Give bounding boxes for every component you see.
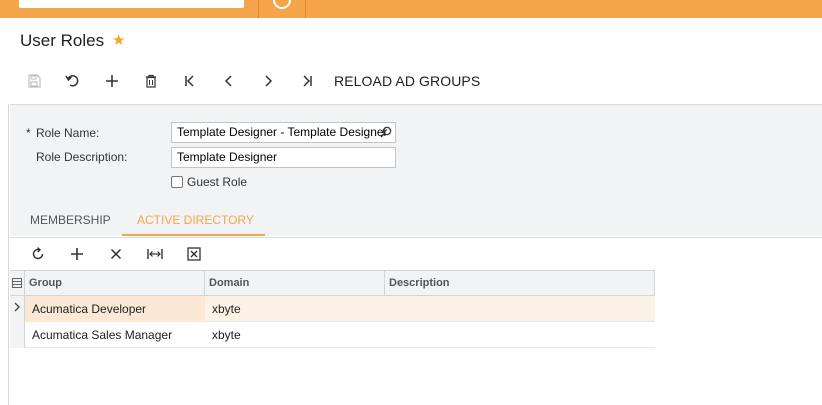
cell-description[interactable] xyxy=(385,322,655,348)
table-row[interactable]: Acumatica Developer xbyte xyxy=(10,296,655,322)
tab-membership[interactable]: MEMBERSHIP xyxy=(30,213,111,227)
role-form-panel xyxy=(10,104,822,236)
cell-group[interactable]: Acumatica Sales Manager xyxy=(25,322,205,348)
role-description-label: Role Description: xyxy=(36,150,128,164)
guest-role-label: Guest Role xyxy=(187,175,248,189)
column-header-domain[interactable]: Domain xyxy=(205,271,385,296)
add-row-icon xyxy=(70,247,83,260)
column-settings-icon xyxy=(12,278,22,288)
add-button[interactable] xyxy=(92,68,131,94)
ad-groups-grid: Group Domain Description Acumatica Devel… xyxy=(10,270,655,348)
first-icon xyxy=(184,75,194,87)
cell-group[interactable]: Acumatica Developer xyxy=(25,296,205,322)
save-icon xyxy=(27,74,41,88)
menu-circle-icon[interactable] xyxy=(273,0,291,9)
last-icon xyxy=(302,75,312,87)
main-toolbar: RELOAD AD GROUPS xyxy=(14,68,480,94)
search-icon[interactable] xyxy=(380,126,392,138)
global-search-input[interactable] xyxy=(19,0,244,8)
cell-domain[interactable]: xbyte xyxy=(205,296,385,322)
page-title: User Roles xyxy=(20,31,105,50)
cell-domain[interactable]: xbyte xyxy=(205,322,385,348)
grid-header: Group Domain Description xyxy=(10,270,655,296)
tab-active-directory[interactable]: ACTIVE DIRECTORY xyxy=(137,213,254,227)
left-divider xyxy=(8,104,9,405)
save-button[interactable] xyxy=(14,68,53,94)
export-excel-icon xyxy=(186,246,201,261)
next-icon xyxy=(264,75,272,87)
favorite-star-icon[interactable]: ★ xyxy=(112,31,125,51)
column-header-description[interactable]: Description xyxy=(385,271,655,296)
required-marker: * xyxy=(26,126,31,140)
role-description-value: Template Designer xyxy=(177,150,278,164)
add-icon xyxy=(105,75,118,87)
grid-toolbar xyxy=(10,237,822,269)
row-selector-header[interactable] xyxy=(10,271,25,296)
fit-columns-button[interactable] xyxy=(135,240,174,268)
column-header-group[interactable]: Group xyxy=(25,271,205,296)
role-description-field[interactable]: Template Designer xyxy=(171,147,396,168)
refresh-button[interactable] xyxy=(18,240,57,268)
refresh-icon xyxy=(32,246,43,259)
next-record-button[interactable] xyxy=(248,68,287,94)
topbar-divider xyxy=(258,0,259,18)
guest-role-checkbox[interactable] xyxy=(171,176,183,188)
delete-row-icon xyxy=(110,248,121,259)
reload-ad-groups-button[interactable]: RELOAD AD GROUPS xyxy=(334,73,480,89)
table-row[interactable]: Acumatica Sales Manager xbyte xyxy=(10,322,655,348)
role-name-field[interactable]: Template Designer - Template Designer xyxy=(171,122,396,143)
previous-record-button[interactable] xyxy=(209,68,248,94)
fit-columns-icon xyxy=(146,248,163,259)
cell-description[interactable] xyxy=(385,296,655,322)
role-name-label: Role Name: xyxy=(36,126,100,140)
top-navigation-bar xyxy=(0,0,822,18)
row-selector[interactable] xyxy=(10,296,25,322)
role-name-value: Template Designer - Template Designer xyxy=(177,125,388,139)
export-excel-button[interactable] xyxy=(174,240,213,268)
undo-icon xyxy=(64,75,78,87)
delete-row-button[interactable] xyxy=(96,240,135,268)
undo-button[interactable] xyxy=(53,68,92,94)
row-selector[interactable] xyxy=(10,322,25,348)
active-tab-indicator xyxy=(122,234,265,236)
last-record-button[interactable] xyxy=(287,68,326,94)
current-row-arrow-icon xyxy=(14,302,20,312)
add-row-button[interactable] xyxy=(57,240,96,268)
delete-icon xyxy=(145,74,156,88)
previous-icon xyxy=(224,75,232,87)
topbar-divider xyxy=(305,0,306,18)
first-record-button[interactable] xyxy=(170,68,209,94)
delete-button[interactable] xyxy=(131,68,170,94)
